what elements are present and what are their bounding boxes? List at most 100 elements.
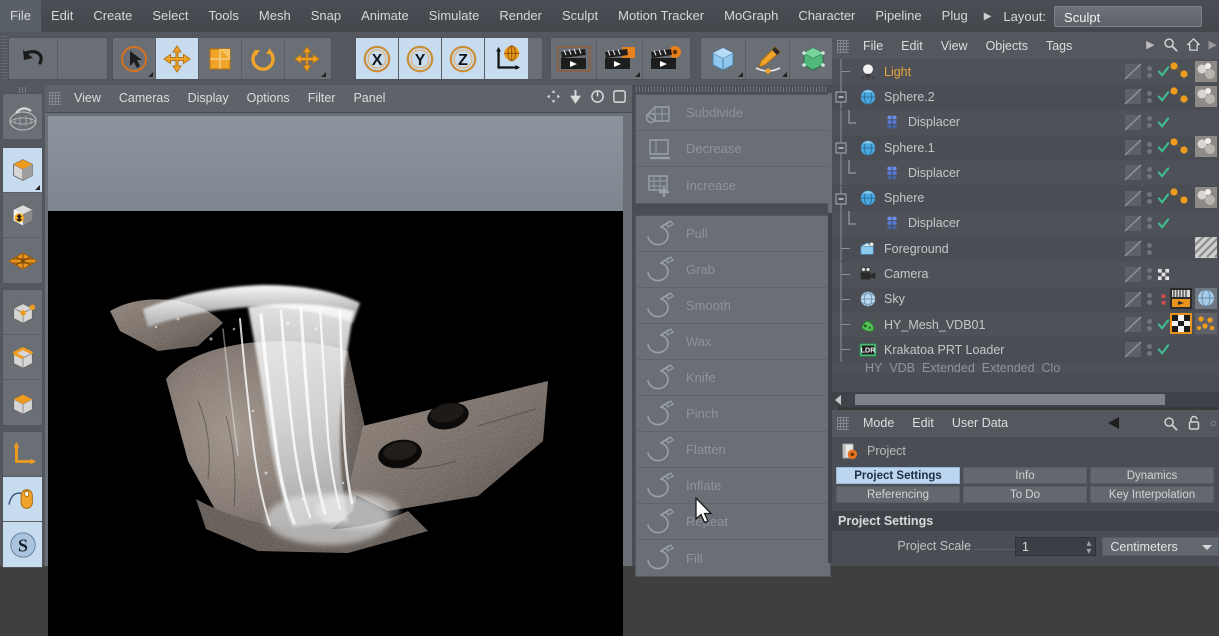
tag-checker-thumb[interactable] (1170, 312, 1192, 334)
menu-file[interactable]: File (0, 0, 41, 32)
material-tag-icon[interactable] (1168, 85, 1192, 107)
render-settings-button[interactable] (643, 38, 689, 79)
texture-thumbnail[interactable] (1195, 85, 1217, 107)
hscrollbar-thumb[interactable] (855, 394, 1165, 405)
tag-texture-thumb[interactable] (1195, 85, 1217, 107)
object-row[interactable]: Sphere.1 (832, 135, 1219, 161)
texture-thumbnail[interactable] (1195, 60, 1217, 82)
tag-texture-thumb[interactable] (1195, 136, 1217, 158)
world-coordinate-button[interactable] (485, 38, 528, 79)
enabled-check-icon[interactable] (1157, 217, 1170, 230)
viewport-solo-button[interactable] (3, 477, 42, 522)
menu-animate[interactable]: Animate (351, 0, 419, 32)
project-scale-input[interactable]: 1 ▴ ▾ (1015, 536, 1097, 556)
attr-menu-mode[interactable]: Mode (854, 410, 903, 437)
enabled-check-icon[interactable] (1157, 116, 1170, 129)
rotate-icon[interactable] (590, 89, 605, 104)
tag-compositing-tag[interactable] (1170, 287, 1192, 309)
visibility-dots[interactable] (1147, 242, 1152, 255)
object-row[interactable]: Light (832, 59, 1219, 85)
om-menu-edit[interactable]: Edit (892, 34, 932, 59)
layer-swatch-icon[interactable] (1123, 290, 1143, 309)
tag-sky-thumb[interactable] (1195, 287, 1217, 309)
attr-tab-info[interactable]: Info (963, 467, 1087, 484)
menu-mograph[interactable]: MoGraph (714, 0, 788, 32)
sculpt-tool-wax[interactable]: Wax (636, 324, 830, 360)
layer-swatch-icon[interactable] (1123, 113, 1143, 132)
object-row[interactable]: Sphere (832, 185, 1219, 211)
om-menu-file[interactable]: File (854, 34, 892, 59)
visibility-dots[interactable] (1147, 318, 1152, 331)
enable-toggle[interactable] (1157, 268, 1170, 281)
move-tool[interactable] (156, 38, 199, 79)
tag-particle-thumb[interactable] (1195, 312, 1217, 334)
sculpt-tool-repeat[interactable]: Repeat (636, 504, 830, 540)
disabled-marker-icon[interactable] (1157, 293, 1170, 306)
visibility-dots[interactable] (1147, 192, 1152, 205)
sculpt-symmetry-button[interactable]: S (3, 522, 42, 567)
axis-mode-button[interactable] (3, 432, 42, 477)
attr-menu-edit[interactable]: Edit (903, 410, 943, 437)
viewport-render-canvas[interactable] (48, 211, 623, 636)
object-row[interactable]: Foreground (832, 236, 1219, 262)
object-row[interactable]: Displacer (832, 210, 1219, 237)
menu-select[interactable]: Select (142, 0, 198, 32)
tag-material-orange[interactable] (1168, 60, 1192, 82)
visibility-dots[interactable] (1147, 343, 1152, 356)
om-menu-tags[interactable]: Tags (1037, 34, 1081, 59)
material-tag-icon[interactable] (1168, 136, 1192, 158)
enable-toggle[interactable] (1157, 293, 1170, 306)
layer-swatch-icon[interactable] (1123, 163, 1143, 182)
object-row[interactable]: Camera (832, 261, 1219, 287)
spline-pen-button[interactable] (746, 38, 791, 79)
live-selection-tool[interactable] (113, 38, 156, 79)
object-row[interactable]: LDR Krakatoa PRT Loader (832, 337, 1219, 363)
maximize-icon[interactable] (612, 89, 627, 104)
menu-edit[interactable]: Edit (41, 0, 83, 32)
scale-tool[interactable] (199, 38, 242, 79)
tag-material-orange[interactable] (1168, 186, 1192, 208)
sculpt-tool-pinch[interactable]: Pinch (636, 396, 830, 432)
sculpt-tool-fill[interactable]: Fill (636, 540, 830, 576)
polygon-mode-button[interactable] (3, 238, 42, 283)
make-editable-button[interactable] (3, 94, 42, 139)
tag-texture-thumb[interactable] (1195, 186, 1217, 208)
render-view-button[interactable] (551, 38, 597, 79)
scroll-left-arrow-icon[interactable] (835, 394, 841, 405)
visibility-dots[interactable] (1147, 90, 1152, 103)
sculpt-tool-pull[interactable]: Pull (636, 216, 830, 252)
visibility-dots[interactable] (1147, 217, 1152, 230)
menu-mesh[interactable]: Mesh (249, 0, 301, 32)
menu-create[interactable]: Create (83, 0, 142, 32)
menu-character[interactable]: Character (788, 0, 865, 32)
attributes-grip[interactable] (837, 417, 849, 430)
menu-pipeline[interactable]: Pipeline (865, 0, 931, 32)
layer-swatch-icon[interactable] (1123, 189, 1143, 208)
right-chevron-icon[interactable]: ▶ (1209, 38, 1217, 51)
menu-render[interactable]: Render (489, 0, 552, 32)
lock-icon[interactable] (1187, 415, 1201, 431)
rotate-tool[interactable] (242, 38, 285, 79)
polygon-face-mode-button[interactable] (3, 380, 42, 425)
compositing-tag-icon[interactable] (1170, 287, 1192, 309)
particle-thumbnail[interactable] (1195, 312, 1217, 334)
sculpt-tool-smooth[interactable]: Smooth (636, 288, 830, 324)
back-arrow-icon[interactable] (1105, 415, 1125, 431)
deformer-button[interactable] (790, 38, 835, 79)
enable-toggle[interactable] (1157, 318, 1170, 331)
forward-arrow-icon[interactable] (1134, 415, 1154, 431)
sky-thumbnail[interactable] (1195, 287, 1217, 309)
layout-preset-combo[interactable]: Sculpt (1054, 5, 1203, 27)
texture-thumbnail[interactable] (1195, 186, 1217, 208)
options-icon[interactable]: ○ (1210, 416, 1217, 430)
layer-swatch-icon[interactable] (1123, 315, 1143, 334)
visibility-dots[interactable] (1147, 268, 1152, 281)
viewport-menu-view[interactable]: View (65, 85, 110, 112)
sculpt-panel-grip[interactable] (636, 86, 826, 92)
expand-marker-icon[interactable] (1157, 268, 1170, 281)
attr-menu-user-data[interactable]: User Data (943, 410, 1017, 437)
cube-primitive-button[interactable] (701, 38, 746, 79)
object-row[interactable]: HY_Mesh_VDB01 (832, 311, 1219, 338)
menu-snap[interactable]: Snap (301, 0, 351, 32)
visibility-dots[interactable] (1147, 141, 1152, 154)
